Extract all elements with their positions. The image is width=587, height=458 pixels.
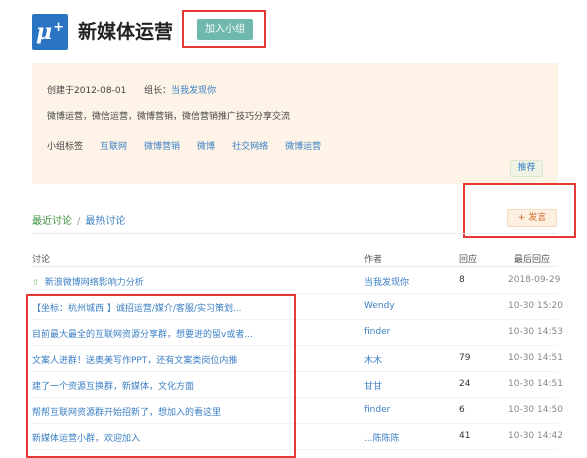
reply-count: 6 (459, 405, 465, 415)
tag-link[interactable]: 互联网 (100, 139, 127, 152)
tags-label: 小组标签 (47, 142, 84, 152)
header-author: 作者 (364, 255, 383, 265)
author-link[interactable]: ...陈陈陈 (364, 431, 400, 444)
owner-prefix: 组长： (144, 86, 172, 96)
tabs-divider (32, 233, 558, 234)
join-group-button[interactable]: 加入小组 (197, 19, 253, 40)
new-post-button[interactable]: + 发言 (507, 209, 557, 227)
table-row: ⇧ 新浪微博网络影响力分析 当我发现你 8 2018-09-29 (0, 268, 587, 294)
author-link[interactable]: Wendy (364, 301, 395, 311)
header-divider (32, 266, 558, 267)
last-reply-time: 10-30 14:51 (508, 379, 563, 389)
owner-link[interactable]: 当我发现你 (171, 86, 216, 96)
tab-recent[interactable]: 最近讨论 (32, 216, 72, 227)
author-link[interactable]: finder (364, 405, 390, 415)
author-link[interactable]: 当我发现你 (364, 275, 409, 288)
group-title: 新媒体运营 (78, 21, 174, 43)
last-reply-time: 10-30 14:51 (508, 353, 563, 363)
topic-link[interactable]: ⇧ 新浪微博网络影响力分析 (32, 275, 144, 288)
tab-separator: / (77, 216, 81, 227)
reply-count: 41 (459, 431, 471, 441)
author-link[interactable]: 甘甘 (364, 379, 382, 392)
tag-link[interactable]: 微博运营 (285, 139, 321, 152)
last-reply-time: 10-30 14:53 (508, 327, 563, 337)
last-reply-time: 10-30 14:50 (508, 405, 563, 415)
reply-count: 24 (459, 379, 471, 389)
last-reply-time: 10-30 15:20 (508, 301, 563, 311)
pinned-arrow-icon: ⇧ (32, 278, 39, 287)
tag-link[interactable]: 社交网络 (232, 139, 268, 152)
reply-count: 8 (459, 275, 465, 285)
header-topic: 讨论 (32, 255, 51, 265)
author-link[interactable]: 木木 (364, 353, 382, 366)
tag-link[interactable]: 微博营销 (144, 139, 180, 152)
topic-text[interactable]: 新浪微博网络影响力分析 (45, 278, 144, 288)
tab-hot[interactable]: 最热讨论 (85, 216, 125, 227)
last-reply-time: 2018-09-29 (508, 275, 561, 285)
group-info-panel: 创建于2012-08-01 组长：当我发现你 微博运营，微信运营，微博营销，微信… (32, 63, 558, 184)
created-date: 创建于2012-08-01 (47, 86, 127, 96)
tag-list: 小组标签 互联网 微博营销 微博 社交网络 微博运营 (47, 139, 321, 152)
author-link[interactable]: finder (364, 327, 390, 337)
last-reply-time: 10-30 14:42 (508, 431, 563, 441)
logo-mu-glyph: μ (35, 19, 53, 45)
tag-link[interactable]: 微博 (197, 139, 215, 152)
created-info-line: 创建于2012-08-01 组长：当我发现你 (47, 83, 216, 96)
header-last-reply: 最后回应 (514, 255, 551, 265)
group-logo: μ + (32, 14, 68, 50)
logo-plus-glyph: + (53, 19, 64, 35)
recommend-button[interactable]: 推荐 (510, 160, 543, 177)
header-replies: 回应 (459, 255, 478, 265)
discussion-tabs: 最近讨论 / 最热讨论 (32, 212, 125, 227)
highlight-box-topics (26, 294, 296, 458)
group-description: 微博运营，微信运营，微博营销，微信营销推广技巧分享交流 (47, 112, 291, 122)
reply-count: 79 (459, 353, 471, 363)
